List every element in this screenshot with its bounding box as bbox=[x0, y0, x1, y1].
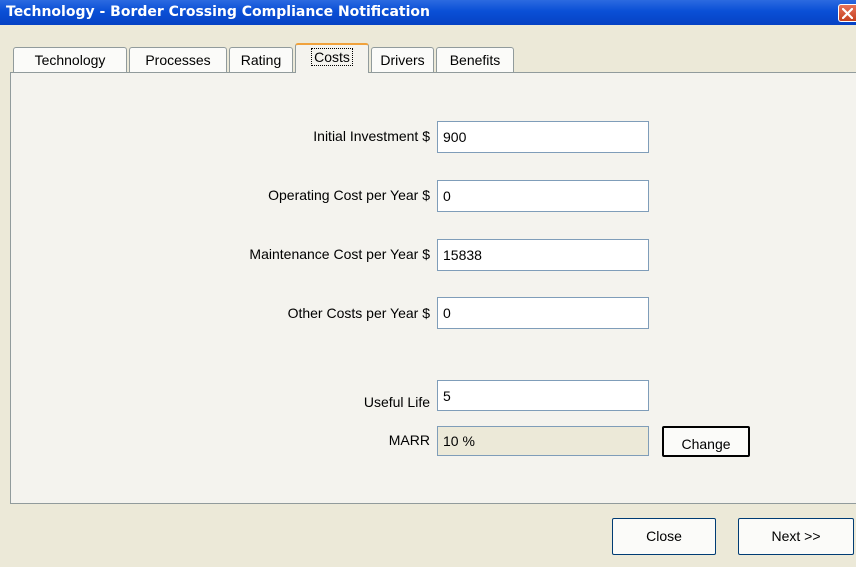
tab-benefits[interactable]: Benefits bbox=[436, 47, 514, 72]
tab-drivers[interactable]: Drivers bbox=[371, 47, 434, 72]
next-button[interactable]: Next >> bbox=[738, 518, 854, 555]
tab-label: Costs bbox=[311, 48, 353, 66]
other-costs-label: Other Costs per Year $ bbox=[287, 305, 430, 321]
maintenance-cost-label: Maintenance Cost per Year $ bbox=[249, 246, 430, 262]
tab-costs[interactable]: Costs bbox=[295, 43, 369, 73]
window-title: Technology - Border Crossing Compliance … bbox=[6, 4, 430, 20]
tab-label: Rating bbox=[240, 52, 282, 68]
initial-investment-input[interactable] bbox=[437, 121, 649, 153]
useful-life-label: Useful Life bbox=[363, 394, 430, 410]
initial-investment-label: Initial Investment $ bbox=[313, 128, 430, 144]
dialog-window: Technology - Border Crossing Compliance … bbox=[0, 0, 856, 567]
operating-cost-input[interactable] bbox=[437, 180, 649, 212]
other-costs-input[interactable] bbox=[437, 297, 649, 329]
tab-label: Drivers bbox=[380, 52, 425, 68]
marr-value-field bbox=[437, 426, 649, 456]
useful-life-input[interactable] bbox=[437, 380, 649, 411]
operating-cost-label: Operating Cost per Year $ bbox=[268, 187, 430, 203]
tab-label: Technology bbox=[34, 52, 106, 68]
close-button[interactable]: Close bbox=[612, 518, 716, 555]
title-bar[interactable]: Technology - Border Crossing Compliance … bbox=[0, 0, 856, 25]
marr-label: MARR bbox=[388, 432, 430, 448]
tab-label: Benefits bbox=[449, 52, 501, 68]
change-marr-button[interactable]: Change bbox=[662, 426, 750, 457]
close-window-button[interactable] bbox=[838, 4, 856, 22]
tab-technology[interactable]: Technology bbox=[13, 47, 127, 72]
maintenance-cost-input[interactable] bbox=[437, 239, 649, 271]
tab-processes[interactable]: Processes bbox=[129, 47, 227, 72]
tab-rating[interactable]: Rating bbox=[229, 47, 293, 72]
tab-label: Processes bbox=[145, 52, 211, 68]
close-icon bbox=[842, 8, 853, 19]
tab-strip: Technology Processes Rating Costs Driver… bbox=[0, 25, 856, 73]
